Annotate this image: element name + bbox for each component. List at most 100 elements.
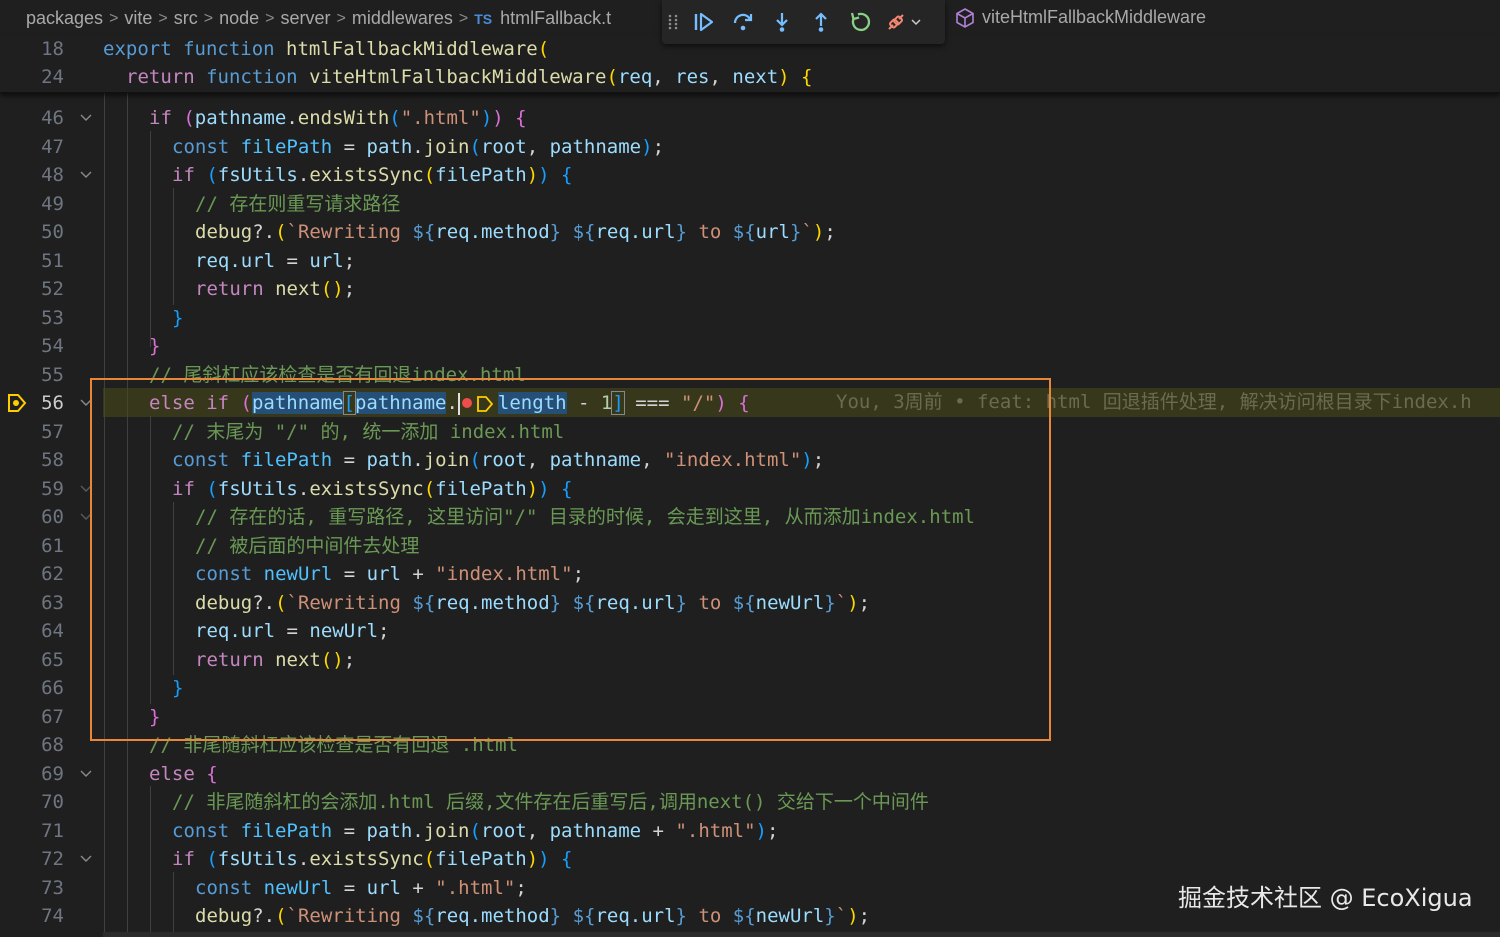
code-token: filePath <box>435 848 527 870</box>
code-line[interactable]: 67 } <box>0 703 1500 732</box>
drag-grip-icon[interactable] <box>662 0 684 44</box>
line-number: 67 <box>41 705 64 728</box>
continue-icon[interactable] <box>684 0 723 44</box>
code-line[interactable]: 55 // 尾斜杠应该检查是否有回退index.html <box>0 361 1500 390</box>
code-token: "index.html" <box>664 449 802 471</box>
code-token: newUrl <box>263 563 333 585</box>
code-token: root <box>480 819 527 842</box>
restart-icon[interactable] <box>840 0 879 44</box>
line-number: 48 <box>41 164 64 186</box>
code-line[interactable]: 71 const filePath = path.join(root, path… <box>0 817 1500 846</box>
code-line[interactable]: 47 const filePath = path.join(root, path… <box>0 133 1500 162</box>
fold-chevron-icon[interactable] <box>79 482 93 496</box>
step-out-icon[interactable] <box>801 0 840 44</box>
code-line[interactable]: 61 // 被后面的中间件去处理 <box>0 532 1500 561</box>
code-token: if <box>172 848 195 870</box>
line-number: 60 <box>41 506 64 528</box>
line-number: 68 <box>41 734 64 756</box>
fold-chevron-icon[interactable] <box>79 396 93 410</box>
breadcrumb-item[interactable]: server <box>281 8 331 29</box>
code-line[interactable]: 59 if (fsUtils.existsSync(filePath)) { <box>0 475 1500 504</box>
code-token: fsUtils <box>217 848 298 870</box>
code-token: "index.html" <box>435 563 573 585</box>
code-line[interactable]: 52 return next(); <box>0 275 1500 304</box>
code-token: if <box>172 164 195 186</box>
code-token: newUrl <box>263 876 333 899</box>
code-line[interactable]: 68 // 非尾随斜杠应该检查是否有回退 .html <box>0 731 1500 760</box>
code-line[interactable]: 51 req.url = url; <box>0 247 1500 276</box>
chevron-right-icon: > <box>265 9 275 27</box>
code-line[interactable]: 66 } <box>0 674 1500 703</box>
code-line[interactable]: 62 const newUrl = url + "index.html"; <box>0 560 1500 589</box>
breadcrumb-item[interactable]: node <box>219 8 259 29</box>
code-token: newUrl <box>755 591 825 614</box>
line-number: 18 <box>41 38 64 60</box>
breadcrumb-item[interactable]: src <box>174 8 198 29</box>
code-token: path <box>366 819 413 842</box>
code-line[interactable]: 65 return next(); <box>0 646 1500 675</box>
breadcrumb-file[interactable]: htmlFallback.t <box>500 8 611 29</box>
code-line[interactable]: 70 // 非尾随斜杠的会添加.html 后缀,文件存在后重写后,调用next(… <box>0 788 1500 817</box>
disconnect-icon[interactable] <box>879 0 927 44</box>
fold-chevron-icon[interactable] <box>79 111 93 125</box>
step-into-icon[interactable] <box>762 0 801 44</box>
code-token: url <box>366 563 401 585</box>
code-token: req.method <box>435 591 550 614</box>
code-line[interactable]: 48 if (fsUtils.existsSync(filePath)) { <box>0 161 1500 190</box>
code-comment: // 尾斜杠应该检查是否有回退index.html <box>149 363 526 386</box>
fold-chevron-icon[interactable] <box>79 510 93 524</box>
code-comment: // 非尾随斜杠的会添加.html 后缀,文件存在后重写后,调用next() 交… <box>172 791 929 813</box>
chevron-right-icon: > <box>158 9 168 27</box>
code-line[interactable]: 54 } <box>0 332 1500 361</box>
code-line[interactable]: 46 if (pathname.endsWith(".html")) { <box>0 104 1500 133</box>
code-token: 1 <box>600 392 613 414</box>
code-token: join <box>423 819 470 842</box>
code-token: existsSync <box>309 477 424 500</box>
line-number: 54 <box>41 335 64 357</box>
breadcrumb-symbol[interactable]: viteHtmlFallbackMiddleware <box>956 7 1206 28</box>
line-number: 53 <box>41 306 64 329</box>
breakpoint-icon[interactable] <box>461 397 472 408</box>
code-line[interactable]: 50 debug?.(`Rewriting ${req.method} ${re… <box>0 218 1500 247</box>
chevron-down-icon[interactable] <box>911 18 921 26</box>
line-number: 70 <box>41 791 64 813</box>
line-number: 64 <box>41 620 64 642</box>
fold-chevron-icon[interactable] <box>79 767 93 781</box>
line-number: 62 <box>41 563 64 585</box>
line-number: 69 <box>41 762 64 785</box>
code-token: ".html" <box>400 107 481 129</box>
breadcrumb-item[interactable]: vite <box>124 8 152 29</box>
method-cube-icon <box>956 7 974 28</box>
code-token: pathname <box>251 392 344 414</box>
typescript-file-icon: TS <box>474 10 493 27</box>
breadcrumb-item[interactable]: middlewares <box>352 8 453 29</box>
code-line[interactable]: 58 const filePath = path.join(root, path… <box>0 446 1500 475</box>
code-line[interactable]: 57 // 末尾为 "/" 的, 统一添加 index.html <box>0 418 1500 447</box>
line-number: 24 <box>41 66 64 88</box>
horizontal-scrollbar[interactable] <box>103 932 1500 937</box>
text-cursor <box>457 392 460 415</box>
code-comment: // 被后面的中间件去处理 <box>195 534 420 557</box>
code-line[interactable]: 69 else { <box>0 760 1500 789</box>
code-token: endsWith <box>297 107 390 129</box>
watermark: 掘金技术社区 @ EcoXigua <box>1178 884 1473 912</box>
code-token: next <box>275 648 321 671</box>
code-line[interactable]: 53 } <box>0 304 1500 333</box>
fold-chevron-icon[interactable] <box>79 852 93 866</box>
breadcrumb-item[interactable]: packages <box>26 8 103 29</box>
fold-chevron-icon[interactable] <box>79 168 93 182</box>
code-token: root <box>480 449 527 471</box>
code-line[interactable]: 49 // 存在则重写请求路径 <box>0 190 1500 219</box>
line-number: 49 <box>41 192 64 215</box>
code-line[interactable]: 64 req.url = newUrl; <box>0 617 1500 646</box>
code-line[interactable]: 60 // 存在的话, 重写路径, 这里访问"/" 目录的时候, 会走到这里, … <box>0 503 1500 532</box>
line-number: 65 <box>41 648 64 671</box>
code-token: root <box>480 135 527 158</box>
line-number: 46 <box>41 107 64 129</box>
sticky-line[interactable]: 24 return function viteHtmlFallbackMiddl… <box>0 63 1500 92</box>
code-line[interactable]: 63 debug?.(`Rewriting ${req.method} ${re… <box>0 589 1500 618</box>
code-token: debug <box>195 221 253 243</box>
step-over-icon[interactable] <box>723 0 762 44</box>
code-line[interactable]: 72 if (fsUtils.existsSync(filePath)) { <box>0 845 1500 874</box>
code-token: req.url <box>195 249 276 272</box>
